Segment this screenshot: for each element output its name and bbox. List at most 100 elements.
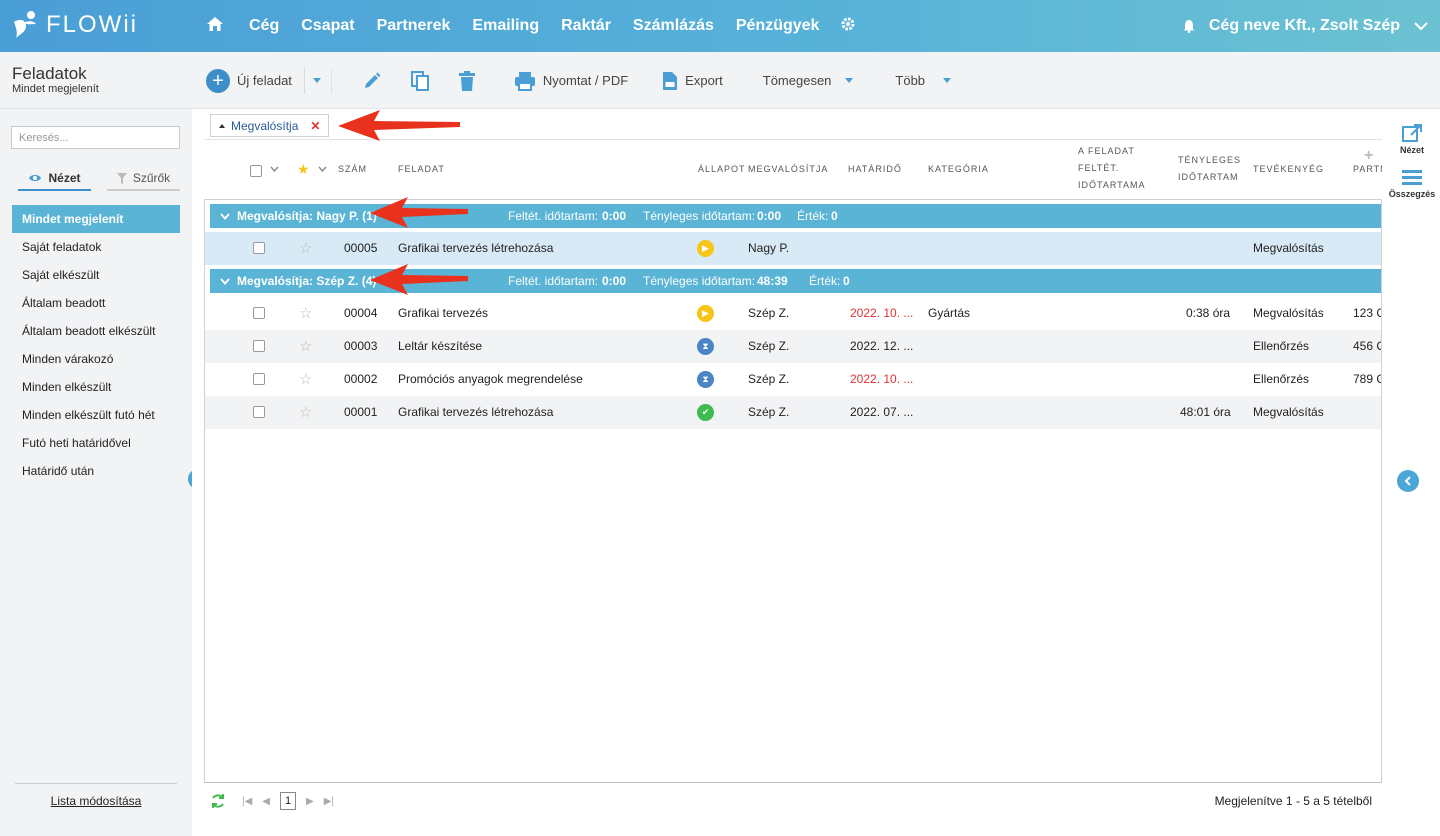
nav-item-csapat[interactable]: Csapat bbox=[290, 17, 365, 35]
table-header: ★ SZÁM FELADAT ÁLLAPOT MEGVALÓSÍTJA HATÁ… bbox=[204, 141, 1382, 199]
close-icon[interactable]: ✕ bbox=[310, 119, 320, 133]
row-checkbox[interactable] bbox=[253, 406, 265, 418]
column-header-task[interactable]: FELADAT bbox=[398, 161, 445, 178]
column-header-deadline[interactable]: HATÁRIDŐ bbox=[848, 161, 902, 178]
star-icon[interactable]: ☆ bbox=[299, 330, 312, 363]
table-row[interactable]: ☆ 00003 Leltár készítése ⧗ Szép Z. 2022.… bbox=[205, 330, 1381, 363]
user-menu[interactable]: Cég neve Kft., Zsolt Szép bbox=[1183, 0, 1428, 52]
new-task-dropdown[interactable] bbox=[312, 78, 321, 83]
nav-item-partnerek[interactable]: Partnerek bbox=[366, 17, 462, 35]
page-number[interactable]: 1 bbox=[280, 792, 296, 810]
column-header-assignee[interactable]: MEGVALÓSÍTJA bbox=[748, 161, 828, 178]
sidebar-item-all-waiting[interactable]: Minden várakozó bbox=[12, 345, 180, 373]
print-button[interactable]: Nyomtat / PDF bbox=[514, 71, 628, 91]
chevron-down-icon bbox=[270, 166, 279, 173]
row-checkbox[interactable] bbox=[253, 373, 265, 385]
table-row[interactable]: ☆ 00005 Grafikai tervezés létrehozása ▶ … bbox=[205, 232, 1381, 265]
sidebar-item-own-tasks[interactable]: Saját feladatok bbox=[12, 233, 180, 261]
collapse-right-panel-button[interactable] bbox=[1397, 470, 1419, 492]
sub-header: Feladatok Mindet megjelenít + Új feladat… bbox=[0, 52, 1440, 109]
star-icon[interactable]: ☆ bbox=[299, 297, 312, 330]
summary-panel-button[interactable]: Összegzés bbox=[1384, 169, 1440, 199]
sidebar-item-overdue[interactable]: Határidő után bbox=[12, 457, 180, 485]
group-planned-label: Feltét. időtartam: bbox=[508, 209, 599, 223]
tab-filters[interactable]: Szűrők bbox=[107, 167, 180, 191]
view-panel-button[interactable]: Nézet bbox=[1384, 123, 1440, 155]
star-icon[interactable]: ☆ bbox=[299, 396, 312, 429]
chevron-down-icon[interactable] bbox=[220, 269, 230, 293]
column-header-actual-line2[interactable]: IDŐTARTAM bbox=[1178, 169, 1239, 186]
row-checkbox[interactable] bbox=[253, 242, 265, 254]
table-row[interactable]: ☆ 00001 Grafikai tervezés létrehozása ✔ … bbox=[205, 396, 1381, 429]
export-button[interactable]: Export bbox=[662, 71, 723, 91]
column-header-actual-line1[interactable]: TÉNYLEGES bbox=[1178, 152, 1241, 169]
table-row[interactable]: ☆ 00004 Grafikai tervezés ▶ Szép Z. 2022… bbox=[205, 297, 1381, 330]
prev-page-icon[interactable]: ◀ bbox=[262, 796, 270, 807]
user-label[interactable]: Cég neve Kft., Zsolt Szép bbox=[1209, 17, 1400, 35]
chevron-down-icon[interactable] bbox=[1414, 21, 1428, 31]
last-page-icon[interactable]: ▶| bbox=[324, 796, 334, 807]
search-input[interactable] bbox=[11, 126, 180, 149]
print-label: Nyomtat / PDF bbox=[542, 73, 629, 88]
favorite-filter-star-icon[interactable]: ★ bbox=[297, 161, 311, 178]
column-header-activity[interactable]: TEVÉKENYÉG bbox=[1253, 161, 1324, 178]
sidebar-item-all[interactable]: Mindet megjelenít bbox=[12, 205, 180, 233]
first-page-icon[interactable]: |◀ bbox=[242, 796, 252, 807]
summary-panel-label: Összegzés bbox=[1388, 189, 1436, 199]
export-file-icon bbox=[663, 71, 678, 90]
row-num: 00005 bbox=[344, 241, 378, 255]
copy-button[interactable] bbox=[410, 70, 430, 92]
delete-button[interactable] bbox=[458, 70, 476, 92]
edit-list-link[interactable]: Lista módosítása bbox=[15, 783, 177, 808]
select-all-checkbox[interactable] bbox=[250, 165, 262, 177]
group-by-chip[interactable]: Megvalósítja ✕ bbox=[210, 114, 330, 137]
gear-icon[interactable] bbox=[830, 16, 866, 37]
column-header-status[interactable]: ÁLLAPOT bbox=[698, 161, 744, 178]
star-icon[interactable]: ☆ bbox=[299, 232, 312, 265]
hourglass-status-icon: ⧗ bbox=[697, 338, 714, 355]
group-planned-value: 0:00 bbox=[602, 274, 627, 288]
table-row[interactable]: ☆ 00002 Promóciós anyagok megrendelése ⧗… bbox=[205, 363, 1381, 396]
more-dropdown[interactable]: Több bbox=[895, 73, 952, 88]
nav-item-ceg[interactable]: Cég bbox=[238, 17, 290, 35]
caret-down-icon bbox=[943, 78, 952, 83]
edit-button[interactable] bbox=[362, 71, 382, 91]
sidebar-item-done-this-week[interactable]: Minden elkészült futó hét bbox=[12, 401, 180, 429]
nav-item-emailing[interactable]: Emailing bbox=[461, 17, 550, 35]
select-all-dropdown[interactable] bbox=[270, 161, 279, 178]
in-progress-status-icon: ▶ bbox=[697, 240, 714, 257]
bulk-dropdown[interactable]: Tömegesen bbox=[763, 73, 854, 88]
column-header-planned-line3[interactable]: IDŐTARTAMA bbox=[1078, 177, 1146, 194]
sidebar-item-due-this-week[interactable]: Futó heti határidővel bbox=[12, 429, 180, 457]
nav-item-szamlazas[interactable]: Számlázás bbox=[622, 17, 725, 35]
home-icon[interactable] bbox=[206, 16, 238, 37]
view-panel-label: Nézet bbox=[1399, 145, 1424, 155]
row-checkbox[interactable] bbox=[253, 307, 265, 319]
nav-item-penzugyek[interactable]: Pénzügyek bbox=[725, 17, 831, 35]
sidebar-item-submitted-done[interactable]: Általam beadott elkészült bbox=[12, 317, 180, 345]
column-header-planned-line2[interactable]: FELTÉT. bbox=[1078, 160, 1119, 177]
column-header-planned-line1[interactable]: A FELADAT bbox=[1078, 143, 1135, 160]
sidebar-item-all-done[interactable]: Minden elkészült bbox=[12, 373, 180, 401]
bell-icon[interactable] bbox=[1183, 19, 1195, 33]
row-checkbox[interactable] bbox=[253, 340, 265, 352]
refresh-icon[interactable] bbox=[210, 793, 226, 809]
new-task-button[interactable]: + Új feladat bbox=[206, 68, 292, 93]
logo[interactable]: FLOWii bbox=[12, 10, 138, 40]
star-icon[interactable]: ☆ bbox=[299, 363, 312, 396]
column-header-num[interactable]: SZÁM bbox=[338, 161, 367, 178]
chevron-down-icon bbox=[318, 166, 327, 173]
add-column-plus-icon[interactable]: + bbox=[1364, 147, 1374, 164]
chevron-down-icon[interactable] bbox=[220, 204, 230, 228]
column-header-category[interactable]: KATEGÓRIA bbox=[928, 161, 989, 178]
tab-view[interactable]: Nézet bbox=[18, 167, 91, 191]
eye-icon bbox=[29, 175, 42, 181]
sidebar-item-own-done[interactable]: Saját elkészült bbox=[12, 261, 180, 289]
row-task: Grafikai tervezés létrehozása bbox=[398, 241, 554, 255]
favorite-filter-dropdown[interactable] bbox=[318, 161, 327, 178]
sidebar-item-submitted[interactable]: Általam beadott bbox=[12, 289, 180, 317]
tab-view-label: Nézet bbox=[48, 171, 81, 185]
next-page-icon[interactable]: ▶ bbox=[306, 796, 314, 807]
hourglass-status-icon: ⧗ bbox=[697, 371, 714, 388]
nav-item-raktar[interactable]: Raktár bbox=[550, 17, 622, 35]
